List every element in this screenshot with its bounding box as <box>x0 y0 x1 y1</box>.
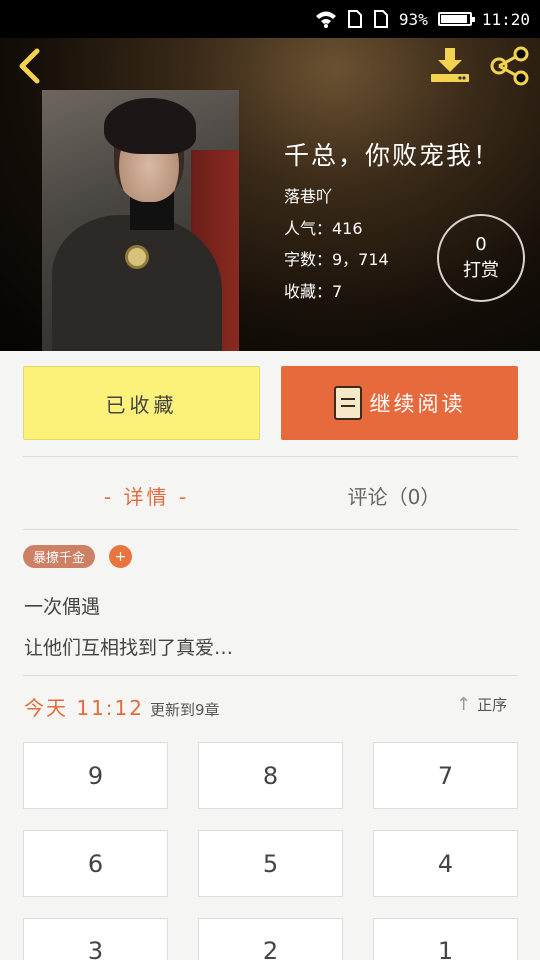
book-cover[interactable] <box>42 90 239 351</box>
divider <box>23 456 518 457</box>
chapter-button[interactable]: 5 <box>198 830 343 897</box>
chapter-button[interactable]: 6 <box>23 830 168 897</box>
tab-comments[interactable]: 评论（0） <box>270 470 518 520</box>
arrow-up-icon: ↑ <box>456 694 472 715</box>
sim1-icon <box>347 10 363 28</box>
divider <box>23 529 518 530</box>
description-line: 让他们互相找到了真爱… <box>24 637 234 659</box>
continue-reading-button[interactable]: 继续阅读 <box>281 366 518 440</box>
share-button[interactable] <box>488 46 532 86</box>
chapter-button[interactable]: 2 <box>198 918 343 960</box>
battery-icon <box>437 12 475 26</box>
book-author[interactable]: 落巷吖 <box>284 183 332 207</box>
download-button[interactable] <box>428 46 474 86</box>
back-button[interactable] <box>12 46 48 86</box>
book-word-count: 字数：9，714 <box>284 250 389 269</box>
update-info: 今天 11:12 更新到9章 <box>24 692 220 721</box>
sim2-icon <box>373 10 389 28</box>
status-bar: 93% 11:20 <box>0 0 540 38</box>
share-icon <box>490 46 529 86</box>
update-time: 今天 11:12 <box>24 696 144 720</box>
tip-count: 0 <box>475 234 487 255</box>
battery-percent: 93% <box>398 9 428 29</box>
add-tag-button[interactable]: + <box>109 545 132 568</box>
battery-fill <box>440 15 467 23</box>
wifi-icon <box>315 10 337 28</box>
chevron-left-icon <box>19 48 40 84</box>
tag-chip[interactable]: 暴撩千金 <box>23 545 96 568</box>
chapter-button[interactable]: 3 <box>23 918 168 960</box>
tab-details[interactable]: - 详情 - <box>23 470 270 520</box>
download-icon <box>431 48 469 82</box>
chapter-button[interactable]: 8 <box>198 742 343 809</box>
sort-button[interactable]: ↑ 正序 <box>456 694 507 715</box>
sort-label: 正序 <box>477 696 508 714</box>
collected-button[interactable]: 已收藏 <box>23 366 260 440</box>
chapter-button[interactable]: 1 <box>373 918 518 960</box>
chapter-button[interactable]: 7 <box>373 742 518 809</box>
book-favorites: 收藏：7 <box>284 282 343 301</box>
book-title: 千总，你败宠我！ <box>284 141 501 170</box>
book-icon <box>333 386 362 420</box>
chapter-button[interactable]: 9 <box>23 742 168 809</box>
description-line: 一次偶遇 <box>24 596 101 618</box>
tip-label: 打赏 <box>463 260 499 281</box>
divider <box>23 675 518 676</box>
update-text: 更新到9章 <box>150 701 220 719</box>
book-header: 千总，你败宠我！ 落巷吖 人气：416 字数：9，714 收藏：7 0 打赏 <box>0 38 540 351</box>
tip-button[interactable]: 0 打赏 <box>437 214 525 302</box>
continue-reading-label: 继续阅读 <box>369 392 466 416</box>
book-popularity: 人气：416 <box>284 219 363 238</box>
clock: 11:20 <box>481 9 530 29</box>
chapter-button[interactable]: 4 <box>373 830 518 897</box>
